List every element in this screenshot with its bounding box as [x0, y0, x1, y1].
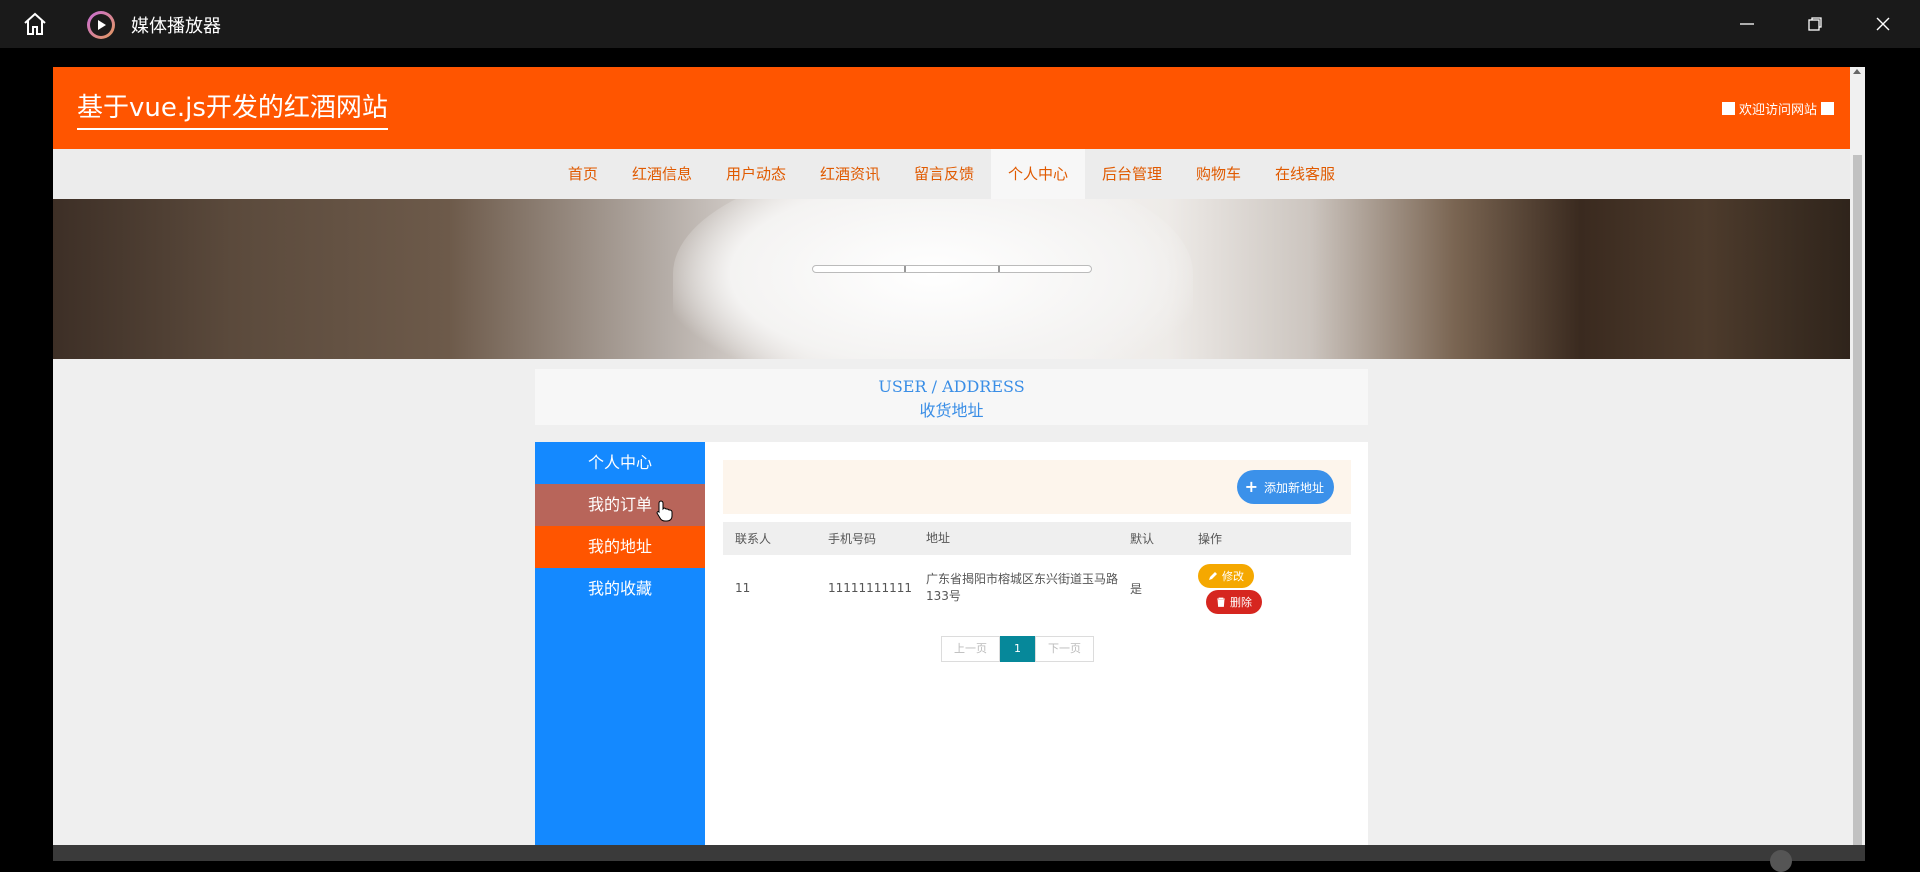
- window-title: 媒体播放器: [131, 16, 221, 37]
- welcome-text: 欢迎访问网站: [1721, 99, 1834, 118]
- table-header: 联系人 手机号码 地址 默认 操作: [723, 522, 1351, 555]
- close-icon[interactable]: [1849, 0, 1917, 48]
- cell-actions: 修改 删除: [1198, 558, 1351, 618]
- edit-button[interactable]: 修改: [1198, 564, 1254, 588]
- restore-icon[interactable]: [1781, 0, 1849, 48]
- user-sidebar: 个人中心 我的订单 我的地址 我的收藏: [535, 442, 705, 861]
- cell-contact: 11: [735, 581, 751, 595]
- section-title-cn: 收货地址: [919, 401, 984, 420]
- pagination: 上一页 1 下一页: [941, 636, 1094, 662]
- section-heading: USER / ADDRESS 收货地址: [535, 369, 1368, 425]
- banner-image: [673, 199, 1193, 359]
- table-row: 11 11111111111 广东省揭阳市榕城区东兴街道玉马路133号 是 修改…: [723, 555, 1351, 621]
- address-table: 联系人 手机号码 地址 默认 操作 11 11111111111 广东省揭阳市榕…: [723, 522, 1351, 621]
- delete-button[interactable]: 删除: [1206, 590, 1262, 614]
- header-phone: 手机号码: [828, 532, 877, 546]
- scroll-up-arrow-icon[interactable]: [1853, 69, 1861, 74]
- delete-label: 删除: [1230, 596, 1252, 609]
- edit-label: 修改: [1222, 570, 1244, 583]
- nav-item-personal-center[interactable]: 个人中心: [991, 149, 1086, 199]
- media-player-icon: [87, 11, 115, 39]
- hand-cursor-icon: [656, 500, 673, 522]
- nav-item-wine-news[interactable]: 红酒资讯: [803, 149, 897, 199]
- carousel-dot[interactable]: [1000, 266, 1091, 272]
- header-contact: 联系人: [735, 532, 772, 546]
- minimize-icon[interactable]: [1713, 0, 1781, 48]
- sidebar-item-my-address[interactable]: 我的地址: [535, 526, 705, 568]
- nav-item-feedback[interactable]: 留言反馈: [897, 149, 991, 199]
- site-title[interactable]: 基于vue.js开发的红酒网站: [77, 87, 388, 130]
- nav-item-home[interactable]: 首页: [551, 149, 615, 199]
- page-button-current[interactable]: 1: [1000, 636, 1035, 662]
- scrollbar-thumb[interactable]: [1853, 155, 1862, 845]
- pencil-icon: [1209, 572, 1217, 580]
- nav-item-user-activity[interactable]: 用户动态: [709, 149, 803, 199]
- header-default: 默认: [1130, 532, 1155, 546]
- next-page-button[interactable]: 下一页: [1035, 636, 1094, 662]
- address-toolbar: + 添加新地址: [723, 460, 1351, 514]
- main-nav: 首页 红酒信息 用户动态 红酒资讯 留言反馈 个人中心 后台管理 购物车 在线客…: [53, 149, 1850, 199]
- section-title-en: USER / ADDRESS: [878, 377, 1025, 396]
- trash-icon: [1217, 597, 1225, 607]
- add-address-label: 添加新地址: [1263, 480, 1324, 495]
- address-panel: + 添加新地址 联系人 手机号码 地址 默认 操作 11 11111111111…: [705, 442, 1368, 861]
- sidebar-item-personal-center[interactable]: 个人中心: [535, 442, 705, 484]
- cell-address: 广东省揭阳市榕城区东兴街道玉马路133号: [926, 572, 1119, 603]
- sidebar-item-my-orders[interactable]: 我的订单: [535, 484, 705, 526]
- player-control-bar: [53, 845, 1865, 872]
- cell-phone: 11111111111: [828, 581, 912, 595]
- nav-item-cart[interactable]: 购物车: [1179, 149, 1258, 199]
- add-address-button[interactable]: + 添加新地址: [1236, 470, 1334, 504]
- site-header: 基于vue.js开发的红酒网站 欢迎访问网站: [53, 67, 1850, 149]
- player-control-button[interactable]: [1770, 850, 1792, 872]
- carousel-indicator[interactable]: [812, 265, 1092, 273]
- banner-carousel: [53, 199, 1850, 359]
- nav-item-support[interactable]: 在线客服: [1258, 149, 1352, 199]
- page-scrollbar[interactable]: [1850, 67, 1865, 861]
- window-titlebar: 媒体播放器: [0, 0, 1920, 48]
- header-address: 地址: [926, 531, 951, 545]
- carousel-dot[interactable]: [813, 266, 907, 272]
- nav-item-admin[interactable]: 后台管理: [1085, 149, 1179, 199]
- home-icon[interactable]: [22, 12, 48, 36]
- header-actions: 操作: [1198, 532, 1223, 546]
- square-icon: [1821, 102, 1834, 115]
- cell-default: 是: [1130, 581, 1143, 596]
- sidebar-item-my-favorites[interactable]: 我的收藏: [535, 568, 705, 610]
- carousel-dot[interactable]: [906, 266, 1000, 272]
- web-page: 基于vue.js开发的红酒网站 欢迎访问网站 首页 红酒信息 用户动态 红酒资讯…: [53, 67, 1850, 861]
- square-icon: [1721, 102, 1735, 115]
- nav-item-wine-info[interactable]: 红酒信息: [615, 149, 709, 199]
- plus-icon: +: [1244, 477, 1258, 496]
- prev-page-button[interactable]: 上一页: [941, 636, 1000, 662]
- welcome-label: 欢迎访问网站: [1738, 103, 1817, 118]
